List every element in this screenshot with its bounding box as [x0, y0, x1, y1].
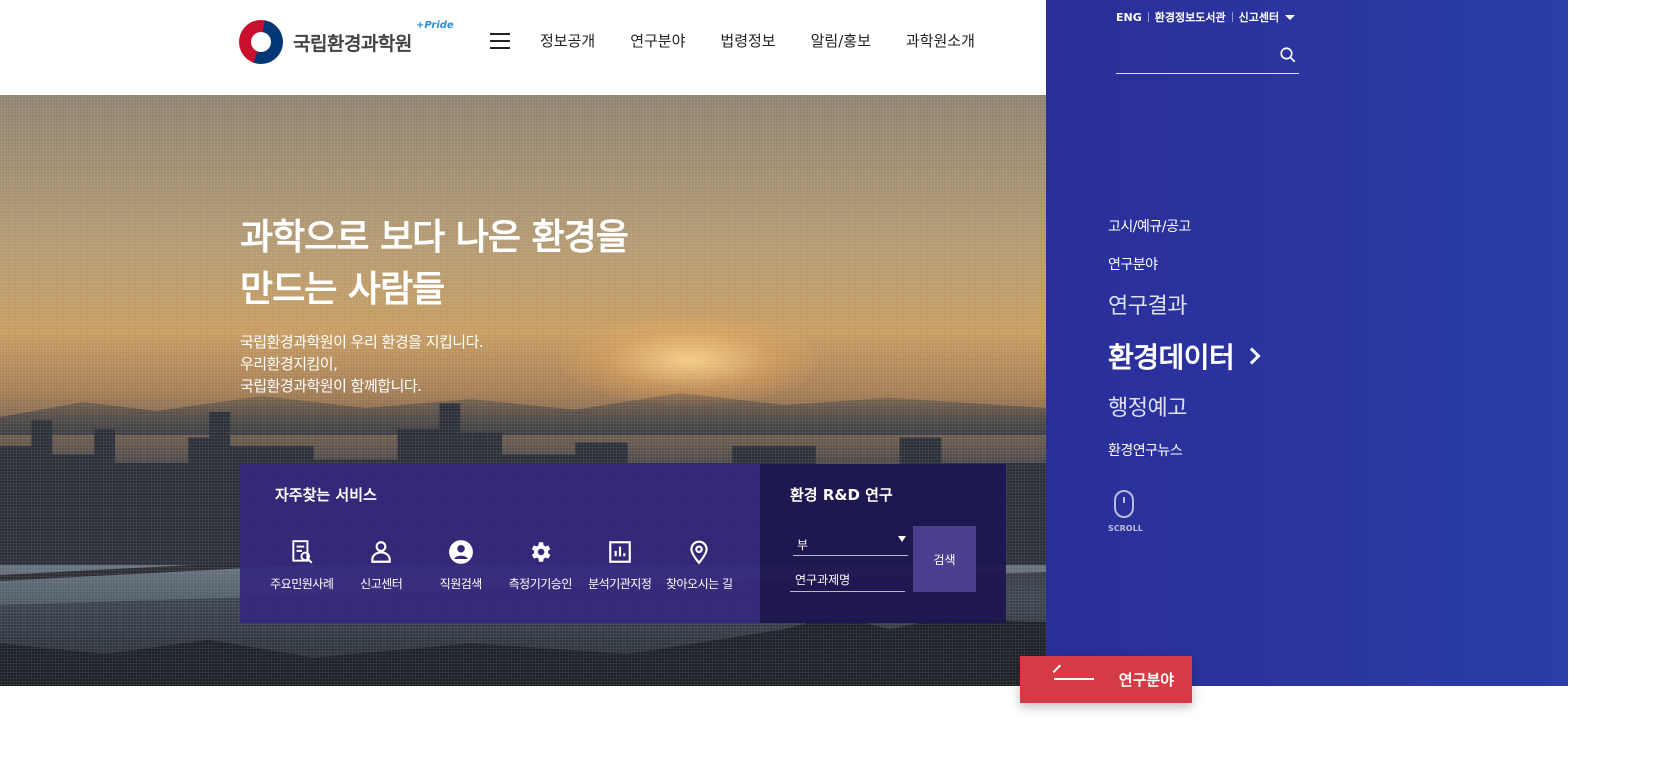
side-panel: ENG 환경정보도서관 신고센터 고시/예규/공고 연구분야 연구결과 환경데이…: [1046, 0, 1568, 686]
hero-description: 국립환경과학원이 우리 환경을 지킵니다. 우리환경지킴이, 국립환경과학원이 …: [240, 333, 484, 395]
search-icon[interactable]: [1279, 46, 1297, 64]
research-fields-button[interactable]: 연구분야: [1020, 656, 1192, 703]
side-menu-item-research-results[interactable]: 연구결과: [1108, 288, 1258, 320]
library-link[interactable]: 환경정보도서관: [1155, 9, 1226, 25]
site-search-input[interactable]: [1116, 42, 1299, 74]
document-search-icon: [292, 540, 313, 564]
service-item-report-center[interactable]: 신고센터: [342, 539, 422, 592]
utility-links: ENG 환경정보도서관 신고센터: [1116, 9, 1296, 25]
nav-item-info-disclosure[interactable]: 정보공개: [540, 30, 595, 51]
chevron-right-icon: [1243, 347, 1261, 365]
main-nav: 정보공개 연구분야 법령정보 알림/홍보 과학원소개: [540, 30, 1010, 51]
scroll-indicator: SCROLL: [1108, 490, 1143, 533]
hero-title: 과학으로 보다 나은 환경을 만드는 사람들: [240, 217, 629, 310]
rnd-keyword-input[interactable]: [790, 568, 905, 592]
person-icon: [371, 541, 391, 563]
gear-icon: [532, 542, 551, 562]
side-menu-item-research-news[interactable]: 환경연구뉴스: [1108, 440, 1258, 460]
chevron-down-icon[interactable]: [1285, 14, 1296, 20]
nav-item-news[interactable]: 알림/홍보: [811, 30, 871, 51]
service-item-lab-designation[interactable]: 분석기관지정: [580, 539, 660, 592]
arrow-left-icon: [1054, 678, 1094, 680]
eng-link[interactable]: ENG: [1116, 11, 1142, 24]
taegeuk-emblem-icon: [239, 20, 283, 64]
nav-item-about[interactable]: 과학원소개: [906, 30, 975, 51]
rnd-department-select[interactable]: 부: [793, 532, 908, 556]
frequent-services-panel: 자주찾는 서비스 주요민원사례 신고센터 직원검색 측정기기승인 분석기관지정 …: [240, 464, 760, 623]
header: 국립환경과학원 +Pride 정보공개 연구분야 법령정보 알림/홍보 과학원소…: [0, 0, 1046, 95]
chevron-down-icon: [898, 536, 906, 542]
report-center-link[interactable]: 신고센터: [1239, 9, 1279, 25]
logo-tag: +Pride: [416, 20, 454, 31]
services-title: 자주찾는 서비스: [275, 486, 377, 504]
nav-item-research[interactable]: 연구분야: [630, 30, 685, 51]
site-logo[interactable]: 국립환경과학원 +Pride: [239, 20, 454, 64]
user-circle-icon: [448, 540, 473, 564]
mouse-icon: [1114, 490, 1134, 518]
bar-chart-icon: [608, 541, 631, 563]
side-menu-item-notices[interactable]: 고시/예규/공고: [1108, 216, 1258, 236]
rnd-search-panel: 환경 R&D 연구 부 검색: [760, 464, 1006, 623]
map-pin-icon: [690, 540, 708, 565]
side-menu-item-admin-notice[interactable]: 행정예고: [1108, 390, 1258, 422]
rnd-search-button[interactable]: 검색: [913, 526, 976, 592]
side-menu-item-research-fields[interactable]: 연구분야: [1108, 254, 1258, 274]
logo-text: 국립환경과학원: [293, 32, 412, 55]
side-menu: 고시/예규/공고 연구분야 연구결과 환경데이터 행정예고 환경연구뉴스: [1108, 208, 1261, 460]
service-item-staff-search[interactable]: 직원검색: [421, 539, 501, 592]
nav-item-law[interactable]: 법령정보: [720, 30, 775, 51]
side-menu-item-env-data[interactable]: 환경데이터: [1108, 336, 1261, 376]
service-item-directions[interactable]: 찾아오시는 길: [660, 539, 740, 592]
service-item-device-approval[interactable]: 측정기기승인: [501, 539, 581, 592]
service-item-civil-cases[interactable]: 주요민원사례: [262, 539, 342, 592]
rnd-title: 환경 R&D 연구: [790, 486, 893, 504]
hamburger-menu-icon[interactable]: [490, 33, 510, 49]
